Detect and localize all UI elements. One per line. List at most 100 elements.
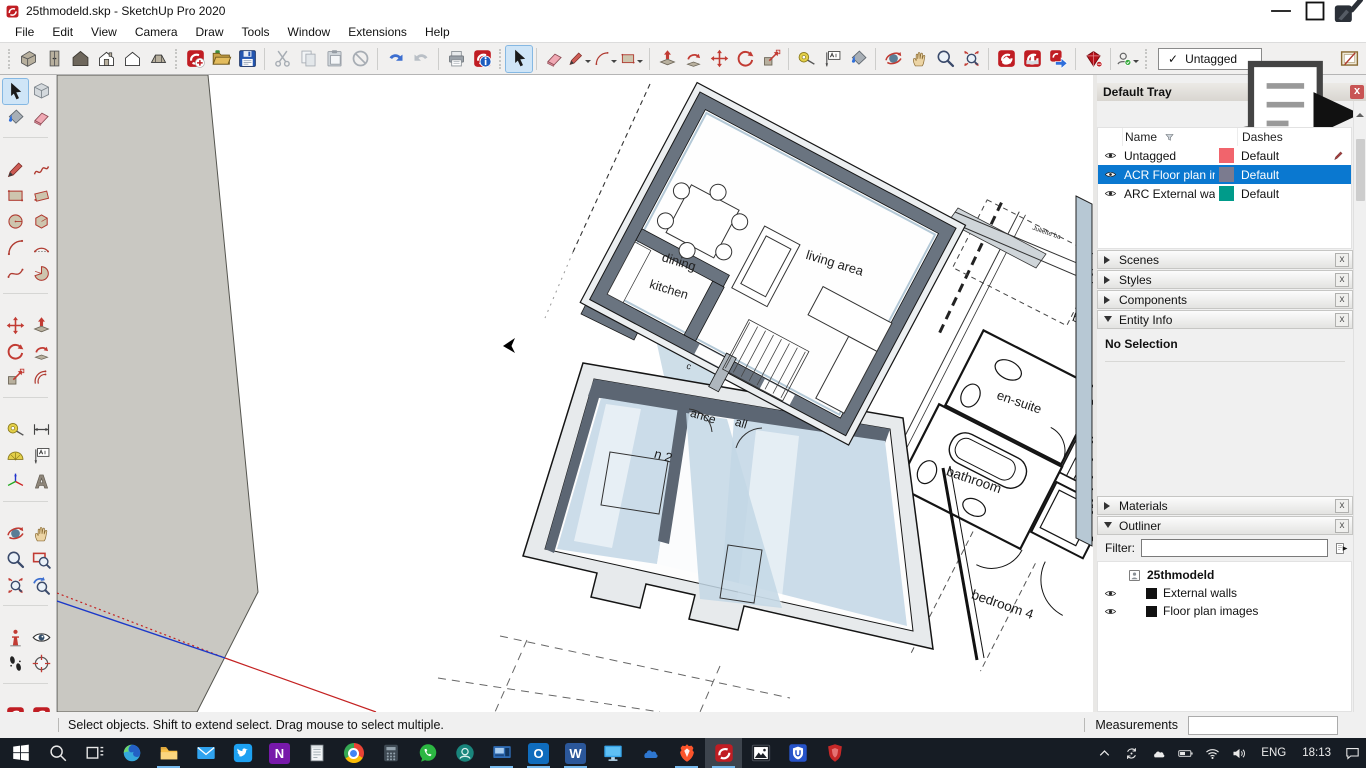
save-icon[interactable] <box>234 46 260 72</box>
wifi-icon[interactable] <box>1199 738 1226 768</box>
follow-me-icon[interactable] <box>680 46 706 72</box>
menu-camera[interactable]: Camera <box>126 23 187 41</box>
remove-tag-icon[interactable] <box>1128 107 1143 122</box>
rectangle-icon[interactable] <box>619 46 645 72</box>
previous-view-icon[interactable] <box>29 573 54 598</box>
new-icon[interactable] <box>182 46 208 72</box>
dimension-icon[interactable] <box>29 417 54 442</box>
twitter-icon[interactable] <box>224 738 261 768</box>
shield-red-icon[interactable] <box>816 738 853 768</box>
move-icon[interactable] <box>706 46 732 72</box>
three-point-arc-icon[interactable] <box>3 261 28 286</box>
calculator-icon[interactable] <box>372 738 409 768</box>
tape-measure-icon[interactable] <box>3 417 28 442</box>
send-to-layout-icon[interactable] <box>1080 46 1106 72</box>
panel-outliner[interactable]: Outliner x <box>1097 516 1353 535</box>
app-teal-icon[interactable] <box>446 738 483 768</box>
outliner-item-external-walls[interactable]: External walls <box>1098 584 1351 602</box>
outlook-icon[interactable]: O <box>520 738 557 768</box>
look-around-icon[interactable] <box>29 625 54 650</box>
visible-eye-icon[interactable] <box>1104 168 1117 181</box>
undo-icon[interactable] <box>382 46 408 72</box>
orbit-icon[interactable] <box>3 521 28 546</box>
axes-icon[interactable] <box>3 469 28 494</box>
rotate-icon[interactable] <box>3 339 28 364</box>
scale-icon[interactable] <box>758 46 784 72</box>
cut-icon[interactable] <box>269 46 295 72</box>
chrome-icon[interactable] <box>335 738 372 768</box>
mail-icon[interactable] <box>187 738 224 768</box>
polygon-icon[interactable] <box>29 209 54 234</box>
close-icon[interactable]: x <box>1335 518 1349 533</box>
zoom-icon[interactable] <box>932 46 958 72</box>
outliner-details-icon[interactable] <box>1334 541 1349 556</box>
select-icon[interactable] <box>505 44 533 73</box>
tray-scrollbar[interactable] <box>1353 101 1366 712</box>
tag-row-arc-external[interactable]: ARC External wal Default <box>1098 184 1351 203</box>
two-point-arc-icon[interactable] <box>29 235 54 260</box>
visible-eye-icon[interactable] <box>1104 187 1117 200</box>
erase-selected-icon[interactable] <box>347 46 373 72</box>
clock[interactable]: 18:13 <box>1294 747 1339 759</box>
app-screens-icon[interactable] <box>483 738 520 768</box>
ink-workspace-icon[interactable] <box>1332 0 1366 22</box>
minimize-icon[interactable] <box>1264 0 1298 22</box>
visible-eye-icon[interactable] <box>1104 605 1117 618</box>
3d-text-icon[interactable] <box>29 469 54 494</box>
tag-color-swatch[interactable] <box>1218 148 1234 163</box>
follow-me-icon[interactable] <box>29 339 54 364</box>
rotate-icon[interactable] <box>732 46 758 72</box>
sketchup-icon[interactable] <box>705 738 742 768</box>
freehand-icon[interactable] <box>29 157 54 182</box>
sync-icon[interactable] <box>1118 738 1145 768</box>
protractor-icon[interactable] <box>3 443 28 468</box>
menu-file[interactable]: File <box>6 23 43 41</box>
scroll-up-icon[interactable] <box>1356 109 1364 117</box>
pan-icon[interactable] <box>906 46 932 72</box>
push-pull-icon[interactable] <box>654 46 680 72</box>
language-indicator[interactable]: ENG <box>1253 747 1294 759</box>
rotated-rectangle-icon[interactable] <box>29 183 54 208</box>
zoom-icon[interactable] <box>3 547 28 572</box>
brave-icon[interactable] <box>668 738 705 768</box>
filter-funnel-icon[interactable] <box>1163 131 1176 144</box>
notepad-icon[interactable] <box>298 738 335 768</box>
tag-color-swatch[interactable] <box>1218 186 1234 201</box>
print-icon[interactable] <box>443 46 469 72</box>
zoom-window-icon[interactable] <box>29 547 54 572</box>
section-plane-icon[interactable] <box>29 651 54 676</box>
extension-warehouse-icon[interactable] <box>1019 46 1045 72</box>
menu-draw[interactable]: Draw <box>187 23 233 41</box>
view-right-icon[interactable] <box>93 46 119 72</box>
close-icon[interactable]: x <box>1335 272 1349 287</box>
add-tag-icon[interactable] <box>1103 107 1118 122</box>
menu-extensions[interactable]: Extensions <box>339 23 416 41</box>
zoom-extents-icon[interactable] <box>3 573 28 598</box>
position-camera-icon[interactable] <box>3 625 28 650</box>
tags-col-name[interactable]: Name <box>1125 130 1157 144</box>
menu-view[interactable]: View <box>82 23 126 41</box>
tag-color-swatch[interactable] <box>1218 167 1234 182</box>
dropdown-caret-icon[interactable] <box>1133 59 1139 66</box>
paint-bucket-icon[interactable] <box>3 105 28 130</box>
chevron-up-icon[interactable] <box>1091 738 1118 768</box>
word-icon[interactable]: W <box>557 738 594 768</box>
display-icon[interactable] <box>594 738 631 768</box>
close-icon[interactable]: x <box>1335 252 1349 267</box>
close-icon[interactable]: x <box>1335 498 1349 513</box>
text-icon[interactable] <box>29 443 54 468</box>
onedrive-icon[interactable] <box>631 738 668 768</box>
outliner-filter-input[interactable] <box>1141 539 1328 557</box>
model-viewport[interactable]: en-suite bathroom la bedroom 4 Juliette … <box>57 75 1093 712</box>
visible-eye-icon[interactable] <box>1104 149 1117 162</box>
tape-measure-icon[interactable] <box>793 46 819 72</box>
walk-icon[interactable] <box>3 651 28 676</box>
eraser-icon[interactable] <box>29 105 54 130</box>
tag-row-untagged[interactable]: Untagged Default <box>1098 146 1351 165</box>
rectangle-icon[interactable] <box>3 183 28 208</box>
file-explorer-icon[interactable] <box>150 738 187 768</box>
search-icon[interactable] <box>39 738 76 768</box>
edit-pencil-icon[interactable] <box>1332 149 1345 162</box>
text-icon[interactable] <box>819 46 845 72</box>
tag-row-acr-floor-plan[interactable]: ACR Floor plan im Default <box>1098 165 1351 184</box>
